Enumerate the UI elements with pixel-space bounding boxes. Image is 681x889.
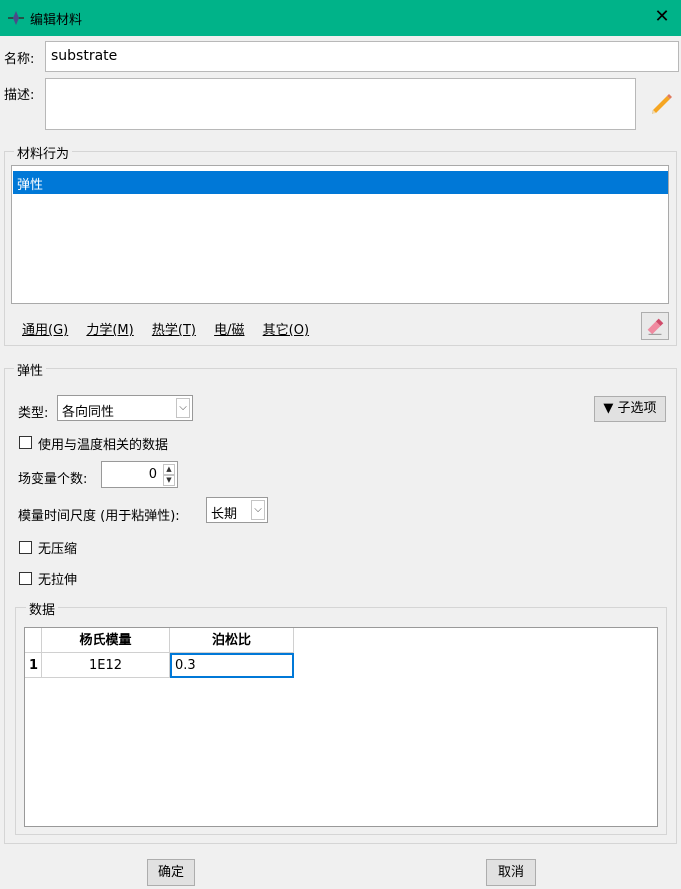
chevron-down-icon: ⌵ bbox=[251, 500, 265, 520]
column-header-youngs-modulus[interactable]: 杨氏模量 bbox=[42, 628, 170, 653]
row-index: 1 bbox=[25, 653, 42, 678]
table-corner bbox=[25, 628, 42, 653]
ok-button[interactable]: 确定 bbox=[147, 859, 195, 886]
column-header-poisson-ratio[interactable]: 泊松比 bbox=[170, 628, 294, 653]
app-icon bbox=[8, 11, 24, 25]
cancel-button[interactable]: 取消 bbox=[486, 859, 536, 886]
window-title: 编辑材料 bbox=[30, 13, 83, 28]
material-behavior-title: 材料行为 bbox=[14, 143, 73, 162]
field-vars-label: 场变量个数: bbox=[18, 472, 88, 487]
menu-mechanical[interactable]: 力学(M) bbox=[86, 323, 133, 338]
no-tension-label: 无拉伸 bbox=[38, 573, 78, 588]
behavior-menubar: 通用(G) 力学(M) 热学(T) 电/磁 其它(O) bbox=[22, 319, 323, 338]
temp-dependent-checkbox[interactable] bbox=[19, 436, 32, 449]
title-bar: 编辑材料 ✕ bbox=[0, 0, 681, 36]
menu-thermal[interactable]: 热学(T) bbox=[152, 323, 196, 338]
delete-behavior-button[interactable] bbox=[641, 312, 669, 340]
name-label: 名称: bbox=[4, 52, 35, 67]
time-scale-label: 模量时间尺度 (用于粘弹性): bbox=[18, 509, 180, 524]
spinner-up-icon[interactable]: ▲ bbox=[163, 464, 175, 475]
chevron-down-icon: ⌵ bbox=[176, 398, 190, 418]
type-select[interactable]: 各向同性 ⌵ bbox=[57, 395, 193, 421]
behavior-item-elastic[interactable]: 弹性 bbox=[13, 171, 668, 194]
suboptions-button[interactable]: ▼ 子选项 bbox=[594, 396, 666, 422]
time-scale-select[interactable]: 长期 ⌵ bbox=[206, 497, 268, 523]
type-select-value: 各向同性 bbox=[62, 405, 115, 420]
field-vars-value: 0 bbox=[148, 467, 157, 482]
behavior-list[interactable]: 弹性 bbox=[11, 165, 669, 304]
cell-youngs-modulus[interactable]: 1E12 bbox=[42, 653, 170, 678]
spinner-down-icon[interactable]: ▼ bbox=[163, 475, 175, 486]
close-icon[interactable]: ✕ bbox=[653, 6, 671, 28]
field-vars-spinner[interactable]: 0 ▲ ▼ bbox=[101, 461, 178, 488]
type-label: 类型: bbox=[18, 406, 49, 421]
pencil-icon[interactable] bbox=[648, 90, 674, 116]
elastic-group-title: 弹性 bbox=[14, 360, 47, 379]
description-label: 描述: bbox=[4, 88, 35, 103]
data-group-title: 数据 bbox=[26, 599, 59, 618]
menu-other[interactable]: 其它(O) bbox=[263, 323, 309, 338]
temp-dependent-label: 使用与温度相关的数据 bbox=[38, 438, 169, 453]
menu-electromagnetic[interactable]: 电/磁 bbox=[214, 323, 244, 338]
description-field[interactable] bbox=[45, 78, 636, 130]
no-compression-label: 无压缩 bbox=[38, 542, 78, 557]
no-tension-checkbox[interactable] bbox=[19, 572, 32, 585]
name-field[interactable]: substrate bbox=[45, 41, 679, 72]
no-compression-checkbox[interactable] bbox=[19, 541, 32, 554]
cell-poisson-ratio[interactable]: 0.3 bbox=[170, 653, 294, 678]
menu-general[interactable]: 通用(G) bbox=[22, 323, 68, 338]
time-scale-value: 长期 bbox=[211, 507, 238, 522]
eraser-icon bbox=[647, 318, 664, 335]
data-table[interactable]: 杨氏模量 泊松比 1 1E12 0.3 bbox=[24, 627, 658, 827]
